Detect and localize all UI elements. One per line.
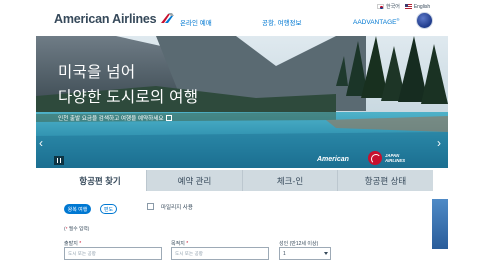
from-placeholder: 도시 또는 공항 <box>68 250 96 256</box>
hero-title-line2: 다양한 도시로의 여행 <box>58 89 199 106</box>
site-header: American Airlines 한국어 English 온라인 예매 공항,… <box>0 0 500 36</box>
page: American Airlines 한국어 English 온라인 예매 공항,… <box>0 0 500 263</box>
pause-icon-bar <box>59 158 62 163</box>
hero-title-line1: 미국을 넘어 <box>58 64 136 81</box>
carousel-next-button[interactable]: › <box>437 137 441 149</box>
passenger-count-select[interactable]: 1 <box>279 247 331 260</box>
flight-search-form: 왕복 여행 편도 마일리지 사용 (* 필수 입력) 출발지 * 목적지 * 성… <box>54 191 433 263</box>
nav-travel-info[interactable]: 공항, 여행정보 <box>262 17 302 27</box>
hero-banner[interactable]: 미국을 넘어 다양한 도시로의 여행 인천 출발 요금을 검색하고 여행을 예약… <box>36 36 448 168</box>
tab-check-in[interactable]: 체크-인 <box>243 170 338 191</box>
passenger-label: 성인 (만12세 이상) <box>279 241 319 247</box>
external-link-icon <box>165 115 172 121</box>
required-note-text: 필수 입력) <box>67 227 90 232</box>
nav-aadvantage[interactable]: AADVANTAGE® <box>353 17 399 26</box>
lang-korean-link[interactable]: 한국어 <box>386 3 400 10</box>
jal-wordmark: JAPAN AIRLINES <box>385 153 405 163</box>
partner-american-logo: American <box>317 156 349 163</box>
from-label: 출발지 * <box>64 240 81 247</box>
chevron-down-icon <box>324 252 328 255</box>
american-airlines-logo[interactable]: American Airlines <box>54 11 175 27</box>
avatar-icon[interactable] <box>416 12 433 29</box>
partner-jal-logo: JAPAN AIRLINES <box>368 151 405 165</box>
booking-tabs: 항공편 찾기 예약 관리 체크-인 항공편 상태 <box>54 170 433 191</box>
flag-kr-icon <box>377 4 384 9</box>
to-placeholder: 도시 또는 공항 <box>175 250 203 256</box>
tab-find-flights[interactable]: 항공편 찾기 <box>54 170 147 191</box>
logo-text: American Airlines <box>54 12 157 26</box>
from-airport-input[interactable]: 도시 또는 공항 <box>64 247 162 260</box>
flag-us-icon <box>404 4 412 9</box>
passenger-count-value: 1 <box>283 250 286 257</box>
language-selector: 한국어 English <box>377 3 430 10</box>
hero-subtitle-text: 인천 출발 요금을 검색하고 여행을 예약하세요 <box>58 116 164 122</box>
to-airport-input[interactable]: 도시 또는 공항 <box>171 247 269 260</box>
carousel-prev-button[interactable]: ‹ <box>39 137 43 149</box>
lang-english-link[interactable]: English <box>414 4 430 10</box>
jal-crane-icon <box>368 151 382 165</box>
to-label: 목적지 * <box>171 240 188 247</box>
carousel-pause-button[interactable] <box>54 156 64 165</box>
oneway-button[interactable]: 편도 <box>100 204 117 214</box>
redeem-miles-checkbox[interactable] <box>147 203 154 210</box>
roundtrip-button[interactable]: 왕복 여행 <box>64 204 91 214</box>
required-field-note: (* 필수 입력) <box>64 225 89 232</box>
tab-flight-status[interactable]: 항공편 상태 <box>338 170 433 191</box>
redeem-miles-label: 마일리지 사용 <box>161 205 193 211</box>
pause-icon-bar <box>56 158 59 163</box>
side-promo-image <box>432 199 448 249</box>
hero-subtitle-link[interactable]: 인천 출발 요금을 검색하고 여행을 예약하세요 <box>58 114 172 122</box>
registered-mark: ® <box>396 17 400 22</box>
aa-eagle-icon <box>161 13 175 23</box>
tab-manage-booking[interactable]: 예약 관리 <box>147 170 243 191</box>
jal-word-2: AIRLINES <box>385 158 406 163</box>
nav-book-online[interactable]: 온라인 예매 <box>180 17 212 27</box>
nav-aadvantage-label: AADVANTAGE <box>353 19 397 27</box>
